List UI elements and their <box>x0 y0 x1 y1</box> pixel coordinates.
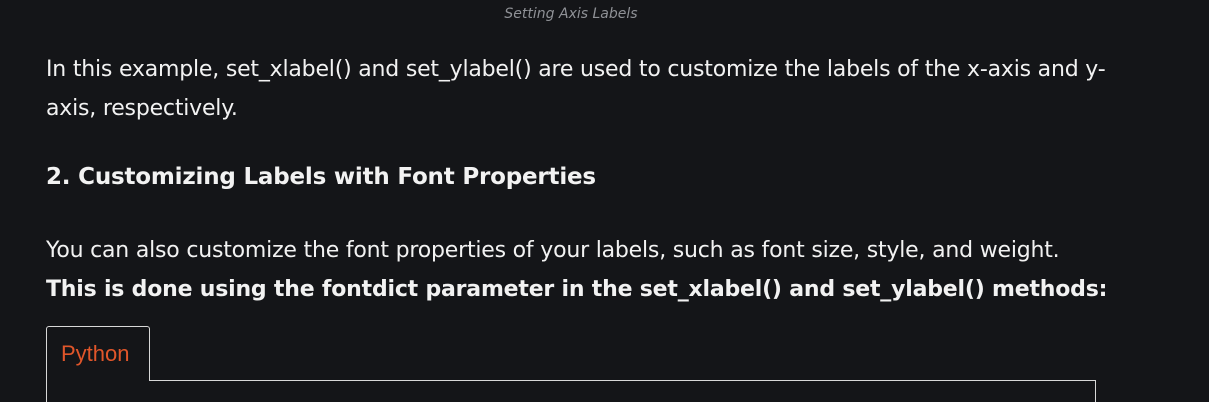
figure-caption: Setting Axis Labels <box>504 6 638 22</box>
intro-paragraph: In this example, set_xlabel() and set_yl… <box>46 57 1106 121</box>
section-heading: 2. Customizing Labels with Font Properti… <box>46 164 596 190</box>
code-block[interactable] <box>46 380 1096 402</box>
body-paragraph-bold-text: This is done using the fontdict paramete… <box>46 277 1108 302</box>
code-tab-python[interactable]: Python <box>46 326 150 380</box>
tab-connector <box>47 379 149 382</box>
body-paragraph-text: You can also customize the font properti… <box>46 238 1060 263</box>
body-paragraph: You can also customize the font properti… <box>46 231 1126 309</box>
article-content: In this example, set_xlabel() and set_yl… <box>46 50 1126 309</box>
code-tab-label: Python <box>61 341 130 366</box>
